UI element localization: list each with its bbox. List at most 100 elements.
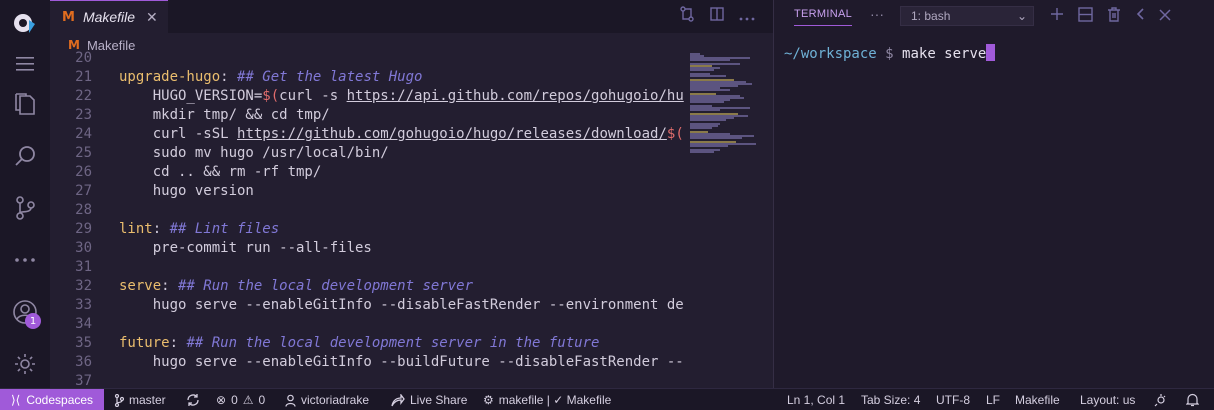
- url-link[interactable]: https://api.github.com/repos/gohugoio/hu: [347, 88, 684, 104]
- cursor-position[interactable]: Ln 1, Col 1: [787, 389, 845, 410]
- terminal-command: make serve: [902, 46, 987, 62]
- encoding[interactable]: UTF-8: [936, 389, 970, 410]
- line-number: 35: [75, 335, 92, 351]
- code-line[interactable]: 35 future: ## Run the local development s…: [50, 334, 683, 353]
- problems-indicator[interactable]: ⊗ 0 ⚠ 0: [216, 389, 265, 410]
- keyboard-layout[interactable]: Layout: us: [1080, 389, 1135, 410]
- error-count: 0: [231, 393, 238, 407]
- code-line[interactable]: 20: [50, 49, 683, 68]
- code-line[interactable]: 28: [50, 201, 683, 220]
- more-actions-icon[interactable]: [739, 8, 755, 26]
- split-editor-icon[interactable]: [709, 6, 725, 27]
- code-line[interactable]: 21 upgrade-hugo: ## Get the latest Hugo: [50, 68, 683, 87]
- code-line[interactable]: 23 mkdir tmp/ && cd tmp/: [50, 106, 683, 125]
- notifications-icon[interactable]: [1186, 389, 1199, 410]
- line-number: 29: [75, 221, 92, 237]
- minimap-line: [690, 101, 724, 103]
- editor-tab-bar: M Makefile ✕: [50, 0, 773, 33]
- code-token: :: [169, 335, 187, 351]
- explorer-icon[interactable]: [0, 82, 50, 126]
- kill-terminal-icon[interactable]: [1107, 6, 1121, 27]
- end-of-line[interactable]: LF: [986, 389, 1000, 410]
- remote-icon: ⟩⟨: [10, 393, 21, 407]
- code-line[interactable]: 26 cd .. && rm -rf tmp/: [50, 163, 683, 182]
- make-target: future: [119, 335, 170, 351]
- terminal-panel: TERMINAL ··· 1: bash ⌄ ~/workspace $ mak…: [773, 0, 1214, 388]
- settings-icon[interactable]: [0, 342, 50, 386]
- minimap-line: [690, 151, 714, 153]
- line-text: future: ## Run the local development ser…: [119, 334, 599, 353]
- line-number: 28: [75, 202, 92, 218]
- code-line[interactable]: 24 curl -sSL https://github.com/gohugoio…: [50, 125, 684, 144]
- minimap-line: [690, 89, 730, 91]
- new-terminal-icon[interactable]: [1050, 7, 1064, 26]
- maximize-panel-icon[interactable]: [1135, 7, 1145, 26]
- tab-size[interactable]: Tab Size: 4: [861, 389, 920, 410]
- task-indicator[interactable]: ⚙ makefile | ✓ Makefile: [483, 389, 611, 410]
- branch-name: master: [129, 393, 166, 407]
- code-line[interactable]: 27 hugo version: [50, 182, 683, 201]
- code-token: pre-commit run --all-files: [119, 240, 372, 256]
- branch-indicator[interactable]: master: [114, 389, 166, 410]
- tab-makefile[interactable]: M Makefile ✕: [50, 0, 168, 33]
- split-terminal-icon[interactable]: [1078, 6, 1093, 27]
- accounts-icon[interactable]: [0, 290, 50, 334]
- more-icon[interactable]: [0, 238, 50, 282]
- account-indicator[interactable]: victoriadrake: [285, 389, 369, 410]
- line-text: hugo serve --enableGitInfo --disableFast…: [119, 296, 684, 315]
- codespaces-logo-icon[interactable]: [0, 2, 50, 46]
- live-share-button[interactable]: Live Share: [391, 389, 467, 410]
- feedback-icon[interactable]: [1154, 389, 1168, 410]
- language-mode[interactable]: Makefile: [1015, 389, 1060, 410]
- code-line[interactable]: 25 sudo mv hugo /usr/local/bin/: [50, 144, 683, 163]
- tab-terminal[interactable]: TERMINAL: [794, 8, 853, 26]
- source-control-icon[interactable]: [0, 186, 50, 230]
- code-line[interactable]: 32 serve: ## Run the local development se…: [50, 277, 683, 296]
- live-share-label: Live Share: [410, 393, 468, 407]
- sync-icon[interactable]: [186, 389, 200, 410]
- code-token: :: [161, 278, 179, 294]
- code-token: :: [220, 69, 238, 85]
- line-text: hugo serve --enableGitInfo --buildFuture…: [119, 353, 684, 372]
- selected-shell: 1: bash: [911, 9, 951, 23]
- more-icon[interactable]: ···: [870, 6, 884, 22]
- code-editor[interactable]: 20 21 upgrade-hugo: ## Get the latest Hugo…: [50, 49, 684, 391]
- open-changes-icon[interactable]: [679, 6, 695, 27]
- line-text: lint: ## Lint files: [119, 220, 279, 239]
- code-line[interactable]: 22 HUGO_VERSION=$(curl -s https://api.gi…: [50, 87, 684, 106]
- code-token: hugo version: [119, 183, 254, 199]
- line-number: 25: [75, 145, 92, 161]
- make-target: lint: [119, 221, 153, 237]
- close-tab-icon[interactable]: ✕: [146, 9, 158, 26]
- remote-indicator[interactable]: ⟩⟨ Codespaces: [0, 389, 104, 410]
- code-token: :: [152, 221, 170, 237]
- code-token: $(: [262, 88, 280, 104]
- code-line[interactable]: 31: [50, 258, 683, 277]
- menu-icon[interactable]: [0, 42, 50, 86]
- code-line[interactable]: 34: [50, 315, 683, 334]
- minimap-line: [690, 127, 712, 129]
- code-line[interactable]: 33 hugo serve --enableGitInfo --disableF…: [50, 296, 684, 315]
- code-line[interactable]: 30 pre-commit run --all-files: [50, 239, 683, 258]
- terminal-output[interactable]: ~/workspace $ make serve: [784, 44, 996, 62]
- code-token: HUGO_VERSION=: [119, 88, 263, 104]
- minimap-line: [690, 137, 742, 139]
- code-token: curl -s: [279, 88, 347, 104]
- search-icon[interactable]: [0, 134, 50, 178]
- terminal-select[interactable]: 1: bash ⌄: [900, 6, 1034, 26]
- make-target: serve: [119, 278, 162, 294]
- code-token: mkdir tmp/ && cd tmp/: [119, 107, 330, 123]
- close-panel-icon[interactable]: [1159, 8, 1171, 26]
- code-comment: ## Run the local development server: [178, 278, 474, 294]
- live-share-icon: [391, 393, 405, 406]
- minimap[interactable]: [686, 49, 766, 388]
- code-line[interactable]: 29 lint: ## Lint files: [50, 220, 683, 239]
- url-link[interactable]: https://github.com/gohugoio/hugo/release…: [237, 126, 667, 142]
- person-icon: [285, 394, 296, 407]
- minimap-line: [690, 59, 730, 61]
- branch-icon: [114, 393, 124, 407]
- line-number: 34: [75, 316, 92, 332]
- line-number: 36: [75, 354, 92, 370]
- code-line[interactable]: 36 hugo serve --enableGitInfo --buildFut…: [50, 353, 684, 372]
- line-text: hugo version: [119, 182, 254, 201]
